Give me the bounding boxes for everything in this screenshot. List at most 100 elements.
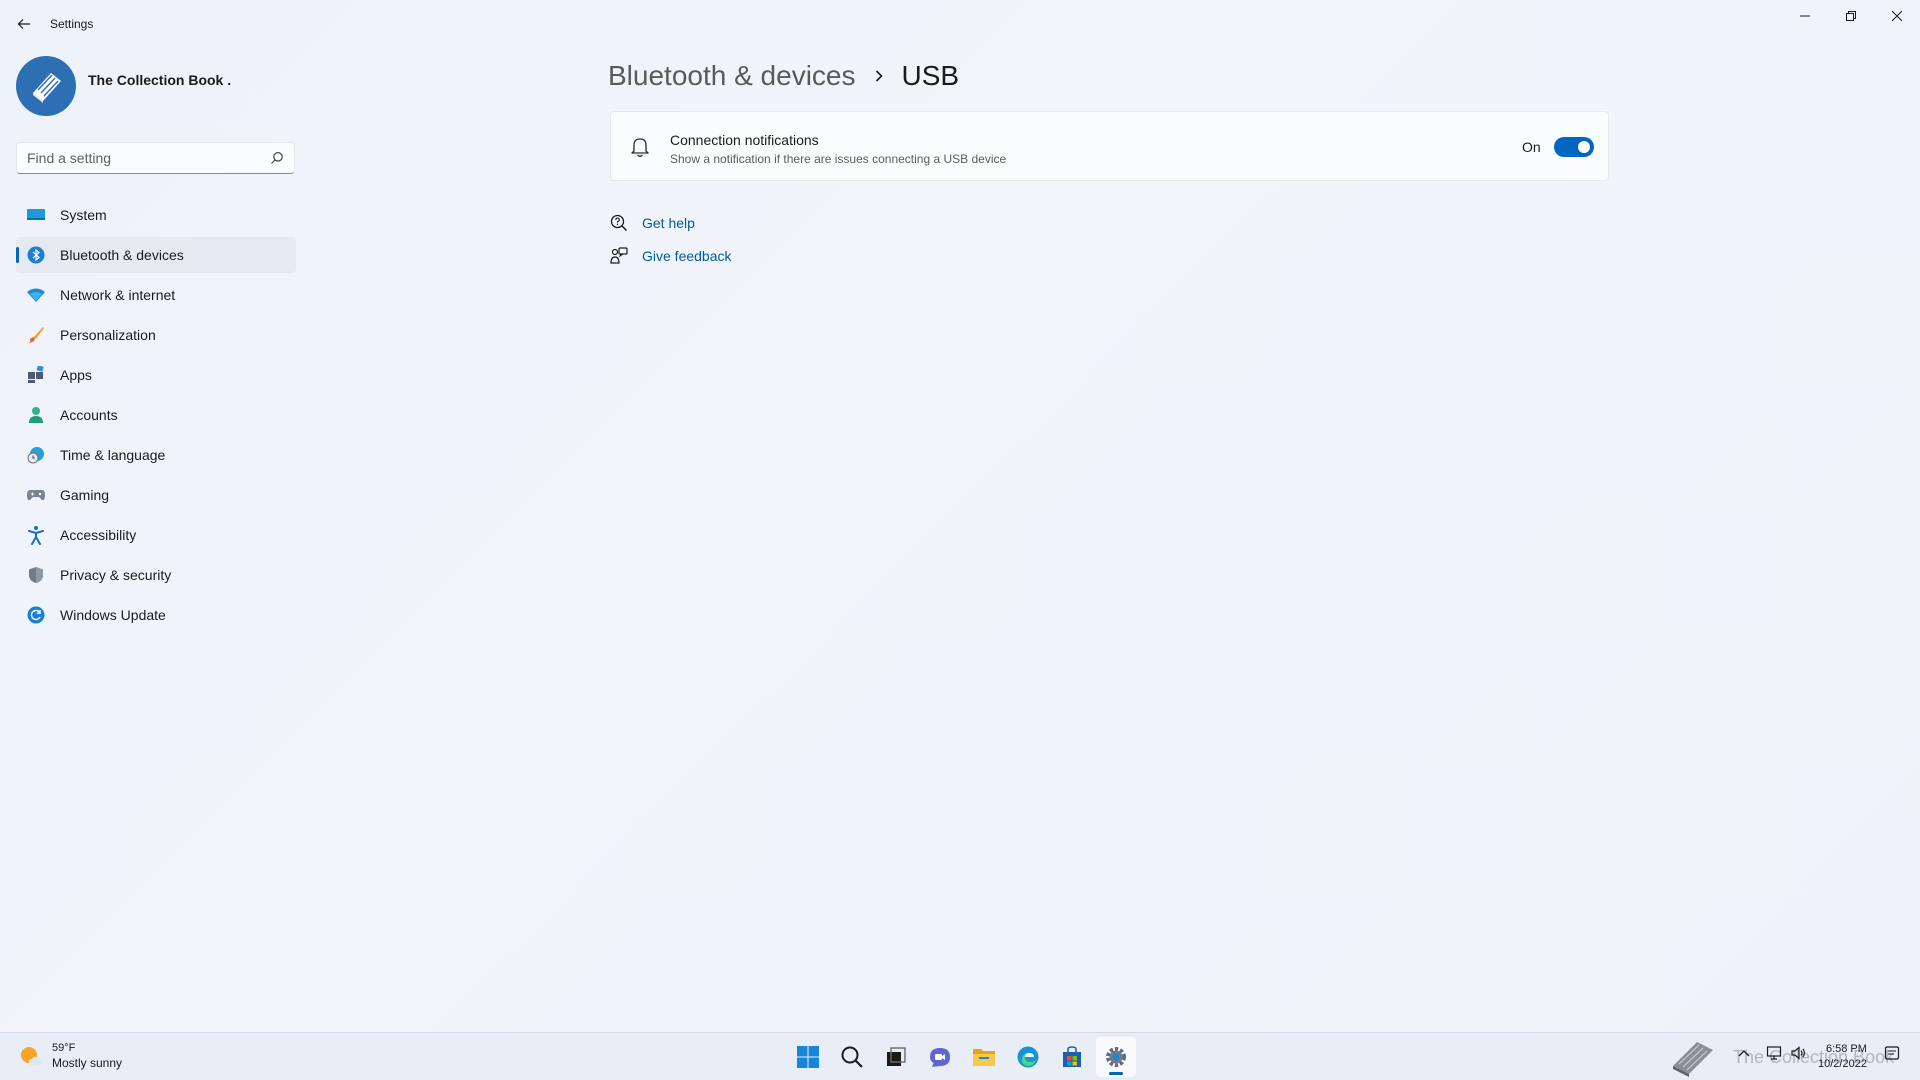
settings-window: Settings The Collection Book . Find a se… — [0, 0, 1920, 1032]
sidebar-item-label: System — [60, 207, 107, 223]
task-view-icon — [887, 1047, 906, 1066]
minimize-button[interactable] — [1782, 0, 1828, 32]
sidebar-item-label: Apps — [60, 367, 92, 383]
setting-description: Show a notification if there are issues … — [670, 152, 1007, 166]
update-icon — [26, 605, 46, 625]
settings-app-button[interactable] — [1096, 1037, 1136, 1077]
bluetooth-icon — [26, 245, 46, 265]
sidebar-item-accessibility[interactable]: Accessibility — [16, 517, 296, 553]
connection-notifications-card: Connection notifications Show a notifica… — [610, 111, 1609, 181]
notifications-button[interactable] — [1884, 1045, 1900, 1061]
book-watermark-icon — [1665, 1035, 1721, 1079]
sidebar-item-label: Windows Update — [60, 607, 166, 623]
speaker-icon — [1791, 1046, 1805, 1060]
settings-icon — [1106, 1047, 1126, 1067]
close-button[interactable] — [1874, 0, 1920, 32]
clock-date: 10/2/2022 — [1818, 1058, 1867, 1070]
sidebar-item-label: Network & internet — [60, 287, 176, 303]
sidebar-item-time-language[interactable]: Time & language — [16, 437, 296, 473]
sidebar-item-privacy-security[interactable]: Privacy & security — [16, 557, 296, 593]
shield-icon — [26, 565, 46, 585]
sidebar-item-label: Accessibility — [60, 527, 137, 543]
back-button[interactable] — [12, 12, 36, 36]
weather-temperature: 59°F — [52, 1042, 76, 1054]
back-arrow-icon — [17, 19, 30, 29]
volume-tray-button[interactable] — [1790, 1045, 1806, 1061]
taskbar: 59°F Mostly sunny The Collection Book 6:… — [0, 1032, 1920, 1080]
get-help-label: Get help — [642, 215, 695, 231]
sidebar-item-personalization[interactable]: Personalization — [16, 317, 296, 353]
weather-condition: Mostly sunny — [52, 1056, 123, 1070]
sidebar-item-label: Time & language — [60, 447, 166, 463]
sidebar-item-system[interactable]: System — [16, 197, 296, 233]
profile-name: The Collection Book . — [88, 72, 232, 88]
sidebar-item-bluetooth-devices[interactable]: Bluetooth & devices — [16, 237, 296, 273]
ethernet-icon — [1766, 1046, 1782, 1060]
chevron-right-icon — [874, 69, 884, 83]
edge-icon — [1017, 1046, 1039, 1068]
apps-icon — [26, 365, 46, 385]
sidebar-item-label: Personalization — [60, 327, 156, 343]
store-button[interactable] — [1052, 1037, 1092, 1077]
sidebar-item-windows-update[interactable]: Windows Update — [16, 597, 296, 633]
gamepad-icon — [26, 485, 46, 505]
search-input[interactable] — [27, 143, 267, 173]
brush-icon — [26, 325, 46, 345]
system-icon — [26, 205, 46, 225]
sidebar-item-label: Privacy & security — [60, 567, 172, 583]
sidebar-item-gaming[interactable]: Gaming — [16, 477, 296, 513]
file-explorer-button[interactable] — [964, 1037, 1004, 1077]
notification-icon — [1884, 1046, 1900, 1060]
start-button[interactable] — [788, 1037, 828, 1077]
connection-notifications-toggle[interactable] — [1554, 137, 1594, 157]
sidebar-item-network[interactable]: Network & internet — [16, 277, 296, 313]
restore-icon — [1846, 11, 1856, 21]
person-icon — [26, 405, 46, 425]
setting-title: Connection notifications — [670, 132, 819, 148]
help-icon — [610, 214, 628, 232]
sidebar-item-label: Bluetooth & devices — [60, 247, 184, 263]
show-hidden-icons-button[interactable] — [1736, 1045, 1752, 1061]
feedback-icon — [610, 247, 628, 265]
search-box[interactable] — [16, 142, 295, 174]
sidebar-item-apps[interactable]: Apps — [16, 357, 296, 393]
get-help-link[interactable]: Get help — [610, 214, 695, 232]
watermark-text: The Collection Book — [1733, 1047, 1895, 1067]
store-icon — [1063, 1046, 1081, 1067]
close-icon — [1892, 11, 1902, 21]
task-view-button[interactable] — [876, 1037, 916, 1077]
taskbar-apps — [788, 1037, 1140, 1077]
wifi-icon — [26, 285, 46, 305]
system-tray — [1665, 1037, 1721, 1077]
app-title: Settings — [50, 17, 94, 31]
give-feedback-label: Give feedback — [642, 248, 732, 264]
book-logo-icon — [33, 73, 61, 103]
search-icon — [841, 1046, 863, 1068]
bell-icon — [631, 138, 649, 157]
clock[interactable]: 6:58 PM 10/2/2022 — [1818, 1042, 1867, 1072]
taskbar-search-button[interactable] — [832, 1037, 872, 1077]
sidebar-item-accounts[interactable]: Accounts — [16, 397, 296, 433]
clock-time: 6:58 PM — [1825, 1043, 1867, 1055]
sidebar-nav: System Bluetooth & devices Network & int… — [16, 197, 296, 637]
file-explorer-icon — [973, 1049, 995, 1066]
chevron-up-icon — [1738, 1050, 1750, 1057]
title-bar: Settings — [0, 0, 1920, 48]
breadcrumb-parent-link[interactable]: Bluetooth & devices — [608, 60, 856, 92]
chat-button[interactable] — [920, 1037, 960, 1077]
weather-widget[interactable]: 59°F Mostly sunny — [18, 1041, 122, 1071]
page-title: USB — [901, 60, 960, 91]
avatar[interactable] — [16, 56, 76, 116]
network-tray-button[interactable] — [1766, 1045, 1782, 1061]
chat-icon — [930, 1048, 950, 1067]
search-icon[interactable] — [270, 151, 284, 165]
give-feedback-link[interactable]: Give feedback — [610, 247, 732, 265]
sidebar-item-label: Accounts — [60, 407, 118, 423]
toggle-state-label: On — [1522, 139, 1541, 155]
edge-button[interactable] — [1008, 1037, 1048, 1077]
minimize-icon — [1800, 15, 1810, 17]
restore-button[interactable] — [1828, 0, 1874, 32]
sun-cloud-icon — [21, 1047, 43, 1065]
start-icon — [797, 1046, 819, 1068]
sidebar-item-label: Gaming — [60, 487, 110, 503]
